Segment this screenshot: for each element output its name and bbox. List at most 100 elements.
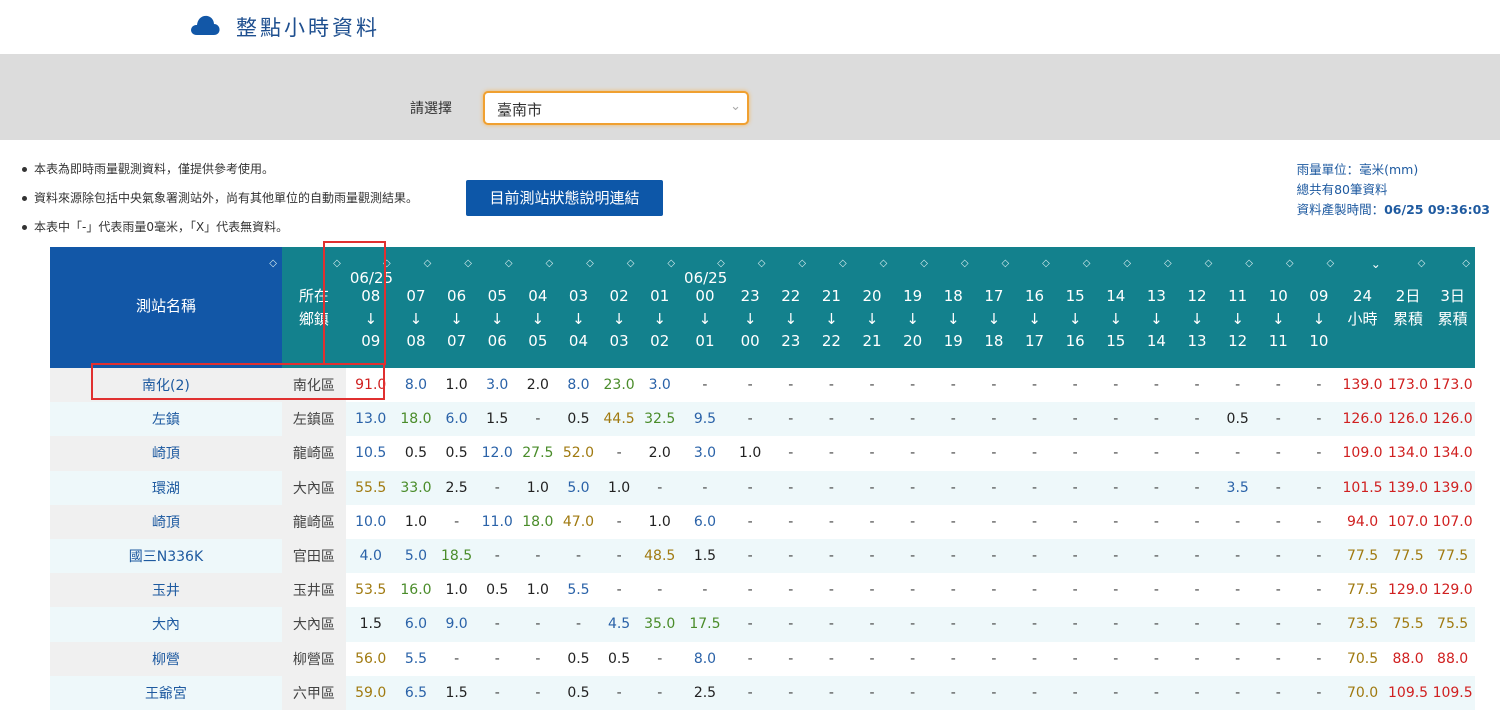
header-line: 14 — [1146, 332, 1166, 350]
rain-value-cell: - — [517, 641, 559, 676]
column-header-hour[interactable]: ◇ 15 ↓ 16 — [1054, 247, 1096, 368]
sort-icon[interactable]: ◇ — [586, 253, 594, 276]
station-link[interactable]: 玉井 — [50, 573, 282, 608]
rain-value-cell: - — [1176, 504, 1218, 539]
column-header-hour[interactable]: ◇ 06/25 00 ↓ 01 — [680, 247, 730, 368]
sort-icon[interactable]: ◇ — [798, 253, 806, 276]
rain-value-cell: - — [811, 641, 852, 676]
station-link[interactable]: 大內 — [50, 607, 282, 642]
column-header-hour[interactable]: ◇ 16 ↓ 17 — [1014, 247, 1055, 368]
column-header-hour[interactable]: ◇ 3日 累積 — [1430, 247, 1475, 368]
column-header-hour[interactable]: ◇ 17 ↓ 18 — [973, 247, 1015, 368]
station-link[interactable]: 左鎮 — [50, 402, 282, 437]
sort-icon[interactable]: ◇ — [424, 253, 432, 276]
station-link[interactable]: 崎頂 — [50, 436, 282, 471]
sort-icon[interactable]: ◇ — [1418, 253, 1426, 276]
station-status-link-button[interactable]: 目前測站狀態說明連結 — [466, 180, 663, 216]
sort-icon[interactable]: ◇ — [667, 253, 675, 276]
header-line: ↓ — [653, 309, 666, 328]
sort-icon[interactable]: ◇ — [269, 253, 277, 276]
rain-value-cell: - — [1258, 470, 1299, 505]
rain-value-cell: - — [1217, 573, 1258, 608]
rain-value-cell: 9.0 — [436, 607, 477, 642]
column-header-station[interactable]: ◇ 測站名稱 — [50, 247, 282, 368]
rain-value-cell: - — [892, 641, 933, 676]
column-header-hour[interactable]: ◇ 21 ↓ 22 — [811, 247, 852, 368]
column-header-town[interactable]: ◇ 所在 鄉鎮 — [281, 247, 346, 368]
column-header-hour[interactable]: ◇ 07 ↓ 08 — [395, 247, 437, 368]
city-select[interactable]: 臺南市 ⌄ — [483, 91, 749, 125]
rain-value-cell: - — [973, 607, 1015, 642]
column-header-hour[interactable]: ◇ 19 ↓ 20 — [892, 247, 933, 368]
town-cell: 大內區 — [281, 470, 346, 505]
sort-icon[interactable]: ◇ — [333, 253, 341, 276]
column-header-hour[interactable]: ◇ 10 ↓ 11 — [1258, 247, 1299, 368]
station-link[interactable]: 國三N336K — [50, 538, 282, 574]
rain-value-cell: - — [1298, 607, 1340, 642]
sort-icon[interactable]: ◇ — [1286, 253, 1294, 276]
column-header-hour[interactable]: ⌄ 24 小時 — [1339, 247, 1386, 368]
sort-desc-icon[interactable]: ⌄ — [1371, 253, 1381, 276]
sort-icon[interactable]: ◇ — [545, 253, 553, 276]
sort-icon[interactable]: ◇ — [1327, 253, 1335, 276]
column-header-hour[interactable]: ◇ 06/25 08 ↓ 09 — [345, 247, 396, 368]
sort-icon[interactable]: ◇ — [1205, 253, 1213, 276]
column-header-hour[interactable]: ◇ 05 ↓ 06 — [476, 247, 518, 368]
station-link[interactable]: 崎頂 — [50, 504, 282, 539]
rain-value-cell: - — [892, 675, 933, 710]
header-line: 21 — [862, 332, 882, 350]
sort-icon[interactable]: ◇ — [1462, 253, 1470, 276]
rain-value-cell: - — [1136, 538, 1177, 574]
sort-icon[interactable]: ◇ — [505, 253, 513, 276]
sort-icon[interactable]: ◇ — [1164, 253, 1172, 276]
sort-icon[interactable]: ◇ — [1083, 253, 1091, 276]
column-header-hour[interactable]: ◇ 12 ↓ 13 — [1176, 247, 1218, 368]
station-link[interactable]: 南化(2) — [50, 368, 282, 403]
rain-value-cell: - — [729, 504, 771, 539]
column-header-hour[interactable]: ◇ 14 ↓ 15 — [1095, 247, 1137, 368]
column-header-hour[interactable]: ◇ 06 ↓ 07 — [436, 247, 477, 368]
rain-value-cell: - — [851, 402, 893, 437]
rain-value-cell: 0.5 — [558, 641, 599, 676]
sort-icon[interactable]: ◇ — [1123, 253, 1131, 276]
sort-icon[interactable]: ◇ — [1002, 253, 1010, 276]
column-header-hour[interactable]: ◇ 23 ↓ 00 — [729, 247, 771, 368]
sort-icon[interactable]: ◇ — [920, 253, 928, 276]
rain-value-cell: - — [811, 504, 852, 539]
sort-icon[interactable]: ◇ — [464, 253, 472, 276]
column-header-hour[interactable]: ◇ 13 ↓ 14 — [1136, 247, 1177, 368]
column-header-hour[interactable]: ◇ 01 ↓ 02 — [639, 247, 681, 368]
header-line: 13 — [1187, 332, 1207, 350]
sort-icon[interactable]: ◇ — [961, 253, 969, 276]
rain-value-cell: - — [811, 538, 852, 574]
rain-value-cell: 173.0 — [1385, 368, 1431, 403]
column-header-hour[interactable]: ◇ 2日 累積 — [1385, 247, 1431, 368]
rain-value-cell: - — [933, 538, 974, 574]
column-header-hour[interactable]: ◇ 11 ↓ 12 — [1217, 247, 1258, 368]
column-header-hour[interactable]: ◇ 18 ↓ 19 — [933, 247, 974, 368]
sort-icon[interactable]: ◇ — [880, 253, 888, 276]
column-header-hour[interactable]: ◇ 09 ↓ 10 — [1298, 247, 1340, 368]
sort-icon[interactable]: ◇ — [758, 253, 766, 276]
column-header-hour[interactable]: ◇ 20 ↓ 21 — [851, 247, 893, 368]
rain-value-cell: 10.0 — [345, 504, 396, 539]
sort-icon[interactable]: ◇ — [627, 253, 635, 276]
sort-icon[interactable]: ◇ — [839, 253, 847, 276]
rain-value-cell: - — [892, 607, 933, 642]
column-header-hour[interactable]: ◇ 04 ↓ 05 — [517, 247, 559, 368]
station-link[interactable]: 環湖 — [50, 470, 282, 505]
table-header-row: ◇ 測站名稱 ◇ 所在 鄉鎮 ◇ 06/25 08 ↓ 09 ◇ 07 ↓ 08 ◇ 06 ↓ 07 ◇ 05 ↓ 06 ◇… — [50, 247, 1475, 368]
rain-value-cell: - — [851, 368, 893, 403]
station-link[interactable]: 柳營 — [50, 641, 282, 676]
station-link[interactable]: 王爺宮 — [50, 675, 282, 710]
rain-value-cell: 109.0 — [1339, 436, 1386, 471]
column-header-hour[interactable]: ◇ 02 ↓ 03 — [598, 247, 640, 368]
rain-value-cell: 107.0 — [1430, 504, 1475, 539]
rain-value-cell: - — [1054, 504, 1096, 539]
rain-value-cell: - — [933, 641, 974, 676]
sort-icon[interactable]: ◇ — [1042, 253, 1050, 276]
column-header-hour[interactable]: ◇ 03 ↓ 04 — [558, 247, 599, 368]
column-header-hour[interactable]: ◇ 22 ↓ 23 — [770, 247, 812, 368]
sort-icon[interactable]: ◇ — [1245, 253, 1253, 276]
rain-value-cell: 35.0 — [639, 607, 681, 642]
